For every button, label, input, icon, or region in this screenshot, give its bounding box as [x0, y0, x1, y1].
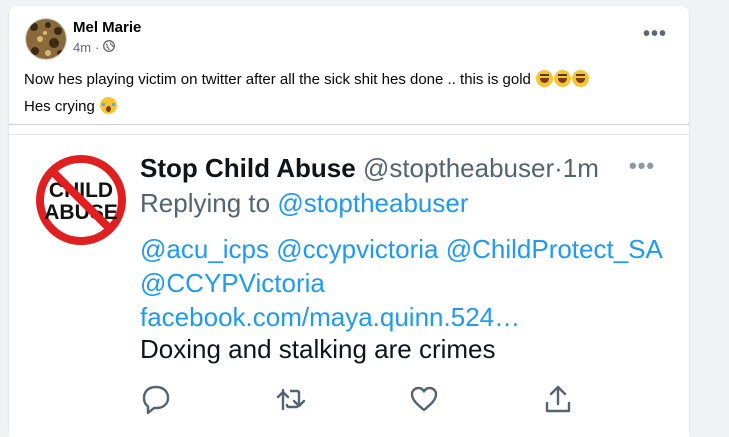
mention: @ccypvictoria — [276, 234, 439, 264]
tweet-text: Doxing and stalking are crimes — [140, 334, 496, 364]
embedded-tweet-screenshot[interactable]: CHILD ABUSE Stop Child Abuse @stoptheabu… — [9, 134, 689, 437]
author-avatar[interactable] — [25, 18, 67, 60]
retweet-icon — [274, 383, 306, 415]
mention: @CCYPVictoria — [140, 268, 325, 298]
laughing-tears-emoji-icon — [572, 70, 590, 87]
post-text-line-1-content: Now hes playing victim on twitter after … — [24, 71, 531, 88]
tweet-author-avatar: CHILD ABUSE — [36, 155, 126, 245]
mention: @acu_icps — [140, 234, 270, 264]
replying-to-handle: @stoptheabuser — [277, 188, 469, 218]
post-text-line-2-content: Hes crying — [24, 98, 95, 115]
post-more-options-button[interactable]: ••• — [637, 24, 673, 48]
reply-icon — [140, 383, 172, 415]
meta-separator: · — [95, 40, 100, 55]
post-divider — [9, 124, 689, 125]
like-heart-icon — [408, 383, 440, 415]
author-name[interactable]: Mel Marie — [73, 19, 141, 36]
facebook-post-card: Mel Marie 4m · ••• Now hes playing victi… — [9, 6, 689, 437]
tweet-more-icon: ••• — [629, 153, 656, 178]
tweet-handle: @stoptheabuser — [362, 153, 555, 183]
share-icon — [542, 383, 574, 415]
post-text-line-2: Hes crying — [24, 93, 589, 120]
loudly-crying-emoji-icon — [100, 97, 118, 114]
globe-icon — [103, 40, 116, 55]
replying-to-prefix: Replying to — [140, 188, 271, 218]
post-meta: 4m · — [73, 40, 116, 55]
laughing-tears-emoji-icon — [554, 70, 572, 87]
tweet-separator: · — [554, 153, 563, 183]
tweet-mentions: @acu_icps @ccypvictoria @ChildProtect_SA… — [140, 232, 680, 334]
mention: @ChildProtect_SA — [445, 234, 663, 264]
laughing-tears-emoji-icon — [536, 70, 554, 87]
post-text-line-1: Now hes playing victim on twitter after … — [24, 66, 590, 93]
tweet-header: Stop Child Abuse @stoptheabuser·1m — [140, 153, 599, 184]
replying-to-line: Replying to @stoptheabuser — [140, 188, 469, 219]
tweet-display-name: Stop Child Abuse — [140, 153, 356, 183]
tweet-time: 1m — [562, 153, 599, 183]
post-body: Now hes playing victim on twitter after … — [24, 66, 590, 120]
mentions-line-1: @acu_icps @ccypvictoria @ChildProtect_SA — [140, 232, 680, 266]
post-timestamp[interactable]: 4m — [73, 40, 91, 55]
tweet-link: facebook.com/maya.quinn.524… — [140, 302, 521, 332]
tweet-actions — [140, 383, 580, 415]
